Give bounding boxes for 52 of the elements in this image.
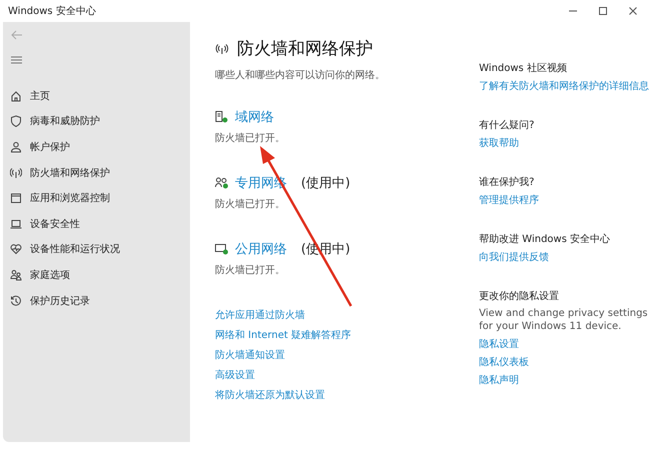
window-title: Windows 安全中心	[8, 4, 96, 18]
firewall-status: 防火墙已打开。	[215, 132, 286, 145]
sidebar-item-icon	[10, 90, 22, 102]
settings-link[interactable]: 防火墙通知设置	[215, 348, 285, 362]
network-icon	[215, 177, 229, 189]
sidebar-item-icon	[10, 218, 22, 230]
sidebar-item[interactable]: 家庭选项	[10, 262, 74, 288]
sidebar-item[interactable]: 保护历史记录	[10, 288, 94, 314]
sidebar-item[interactable]: 设备性能和运行状况	[10, 236, 124, 262]
page-subtitle: 哪些人和哪些内容可以访问你的网络。	[215, 68, 386, 82]
page-title: 防火墙和网络保护	[237, 38, 373, 60]
sidebar-item[interactable]: 帐户保护	[10, 134, 74, 160]
network-icon	[215, 243, 229, 255]
network-icon	[215, 111, 229, 123]
settings-link[interactable]: 允许应用通过防火墙	[215, 308, 305, 322]
privacy-description: View and change privacy settings for your Windows 11 device.	[479, 307, 649, 333]
sidebar-item-icon	[10, 243, 22, 256]
help-link[interactable]: 管理提供程序	[479, 193, 539, 207]
firewall-status: 防火墙已打开。	[215, 264, 286, 277]
firewall-status: 防火墙已打开。	[215, 198, 286, 211]
in-use-label: (使用中)	[301, 175, 350, 192]
sidebar-item-icon	[10, 115, 22, 128]
close-icon[interactable]	[628, 6, 638, 16]
sidebar-item-icon	[10, 268, 22, 281]
sidebar-item-icon	[10, 192, 22, 204]
sidebar-item[interactable]: 防火墙和网络保护	[10, 160, 114, 186]
sidebar-item[interactable]: 病毒和威胁防护	[10, 108, 104, 134]
help-link[interactable]: 了解有关防火墙和网络保护的详细信息	[479, 79, 649, 93]
help-link[interactable]: 向我们提供反馈	[479, 250, 549, 264]
menu-icon[interactable]	[11, 56, 22, 64]
section-heading: 有什么疑问?	[479, 118, 534, 132]
maximize-icon[interactable]	[598, 6, 608, 16]
sidebar-item-icon	[10, 294, 22, 307]
settings-link[interactable]: 网络和 Internet 疑难解答程序	[215, 328, 352, 342]
network-link[interactable]: 公用网络	[235, 240, 287, 258]
section-heading: 更改你的隐私设置	[479, 290, 559, 303]
section-heading: Windows 社区视频	[479, 62, 567, 75]
sidebar-item[interactable]: 设备安全性	[10, 210, 84, 237]
section-heading: 谁在保护我?	[479, 176, 534, 189]
section-heading: 帮助改进 Windows 安全中心	[479, 232, 610, 246]
sidebar-item[interactable]: 主页	[10, 83, 54, 109]
settings-link[interactable]: 将防火墙还原为默认设置	[215, 388, 325, 402]
help-link[interactable]: 隐私仪表板	[479, 355, 529, 369]
help-link[interactable]: 隐私声明	[479, 373, 519, 387]
help-link[interactable]: 获取帮助	[479, 136, 519, 150]
antenna-icon	[215, 42, 229, 54]
help-link[interactable]: 隐私设置	[479, 337, 519, 351]
settings-link[interactable]: 高级设置	[215, 368, 255, 382]
sidebar-item-icon	[10, 140, 22, 153]
sidebar-item-icon	[10, 166, 22, 179]
sidebar-item[interactable]: 应用和浏览器控制	[10, 185, 114, 211]
network-link[interactable]: 域网络	[235, 108, 274, 126]
